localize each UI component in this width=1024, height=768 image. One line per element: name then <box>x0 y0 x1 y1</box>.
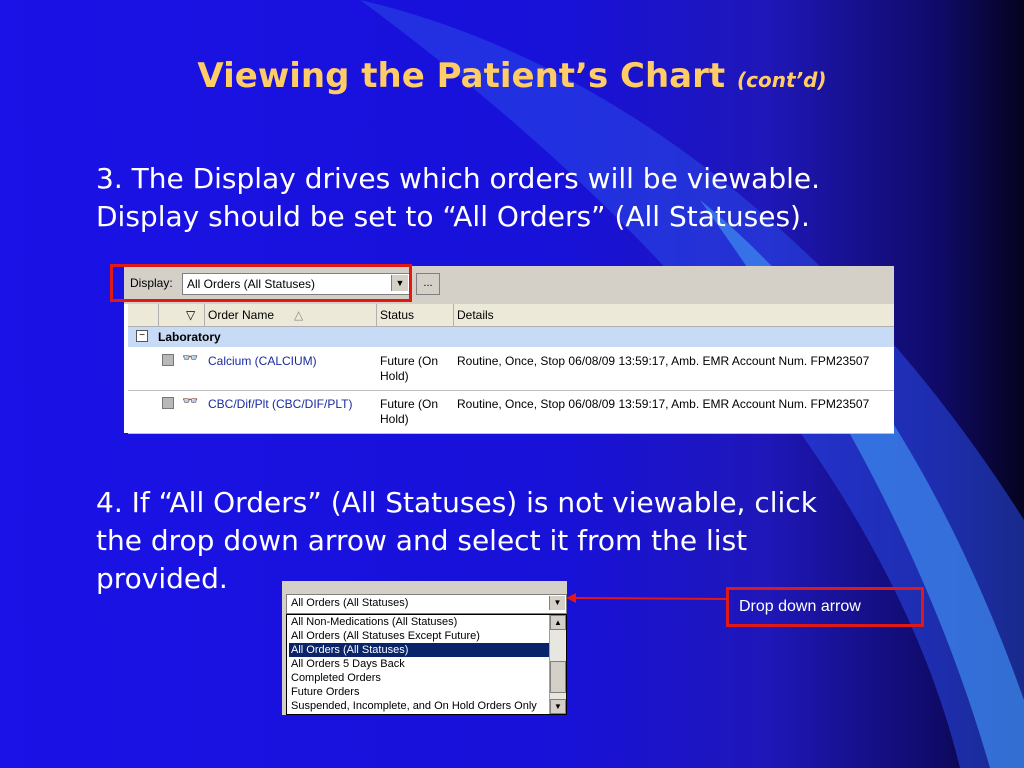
dropdown-value: All Orders (All Statuses) <box>291 597 409 609</box>
slide-title: Viewing the Patient’s Chart (cont’d) <box>0 56 1024 96</box>
display-dropdown[interactable]: All Orders (All Statuses) ▼ <box>286 594 567 614</box>
column-separator <box>158 304 159 326</box>
glasses-icon: 👓 <box>182 393 199 408</box>
dropdown-option[interactable]: Completed Orders <box>289 671 549 685</box>
more-options-button[interactable]: ... <box>416 273 440 295</box>
order-details: Routine, Once, Stop 06/08/09 13:59:17, A… <box>457 354 870 368</box>
dropdown-scrollbar[interactable]: ▲ ▼ <box>549 615 566 714</box>
checkbox-icon[interactable] <box>162 354 174 366</box>
column-separator <box>204 304 205 326</box>
step-4-line-1: 4. If “All Orders” (All Statuses) is not… <box>96 486 817 519</box>
group-label: Laboratory <box>158 330 221 344</box>
scroll-up-icon[interactable]: ▲ <box>550 615 566 630</box>
chevron-down-icon[interactable]: ▼ <box>549 596 565 610</box>
filter-icon[interactable]: ▽ <box>186 308 195 322</box>
column-header-details[interactable]: Details <box>457 308 494 322</box>
dropdown-option[interactable]: All Orders (All Statuses Except Future) <box>289 629 549 643</box>
step-3-text: 3. The Display drives which orders will … <box>96 160 956 236</box>
order-status: Future (On Hold) <box>380 354 450 384</box>
sort-ascending-icon: △ <box>294 308 304 322</box>
title-text: Viewing the Patient’s Chart <box>197 56 726 96</box>
column-header-status[interactable]: Status <box>380 308 414 322</box>
order-status: Future (On Hold) <box>380 397 450 427</box>
column-separator <box>453 304 454 326</box>
scrollbar-thumb[interactable] <box>550 661 566 693</box>
display-highlight-box <box>110 264 412 302</box>
status-line-2: Hold) <box>380 369 409 383</box>
column-header-order-name[interactable]: Order Name <box>208 308 274 322</box>
table-row[interactable]: 👓 CBC/Dif/Plt (CBC/DIF/PLT) Future (On H… <box>128 391 894 434</box>
orders-table-header: ▽ Order Name △ Status Details <box>128 304 894 327</box>
status-line-1: Future (On <box>380 354 439 368</box>
table-row[interactable]: 👓 Calcium (CALCIUM) Future (On Hold) Rou… <box>128 348 894 391</box>
dropdown-screenshot: All Orders (All Statuses) ▼ All Non-Medi… <box>282 581 567 715</box>
column-separator <box>376 304 377 326</box>
order-name[interactable]: CBC/Dif/Plt (CBC/DIF/PLT) <box>208 397 352 411</box>
callout-label: Drop down arrow <box>726 587 924 627</box>
dropdown-option[interactable]: All Non-Medications (All Statuses) <box>289 615 549 629</box>
title-suffix: (cont’d) <box>736 68 827 92</box>
dropdown-options-list: All Non-Medications (All Statuses) All O… <box>286 614 567 715</box>
group-row-laboratory[interactable]: − Laboratory <box>128 327 894 347</box>
dropdown-option[interactable]: All Orders 5 Days Back <box>289 657 549 671</box>
collapse-icon[interactable]: − <box>136 330 148 342</box>
dropdown-option-selected[interactable]: All Orders (All Statuses) <box>289 643 549 657</box>
status-line-2: Hold) <box>380 412 409 426</box>
glasses-icon: 👓 <box>182 350 199 365</box>
status-line-1: Future (On <box>380 397 439 411</box>
scroll-down-icon[interactable]: ▼ <box>550 699 566 714</box>
step-3-line-2: Display should be set to “All Orders” (A… <box>96 200 810 233</box>
order-details: Routine, Once, Stop 06/08/09 13:59:17, A… <box>457 397 870 411</box>
checkbox-icon[interactable] <box>162 397 174 409</box>
step-4-line-2: the drop down arrow and select it from t… <box>96 524 748 557</box>
order-name[interactable]: Calcium (CALCIUM) <box>208 354 317 368</box>
step-3-line-1: 3. The Display drives which orders will … <box>96 162 821 195</box>
dropdown-option[interactable]: Suspended, Incomplete, and On Hold Order… <box>289 699 549 713</box>
dropdown-option[interactable]: Future Orders <box>289 685 549 699</box>
